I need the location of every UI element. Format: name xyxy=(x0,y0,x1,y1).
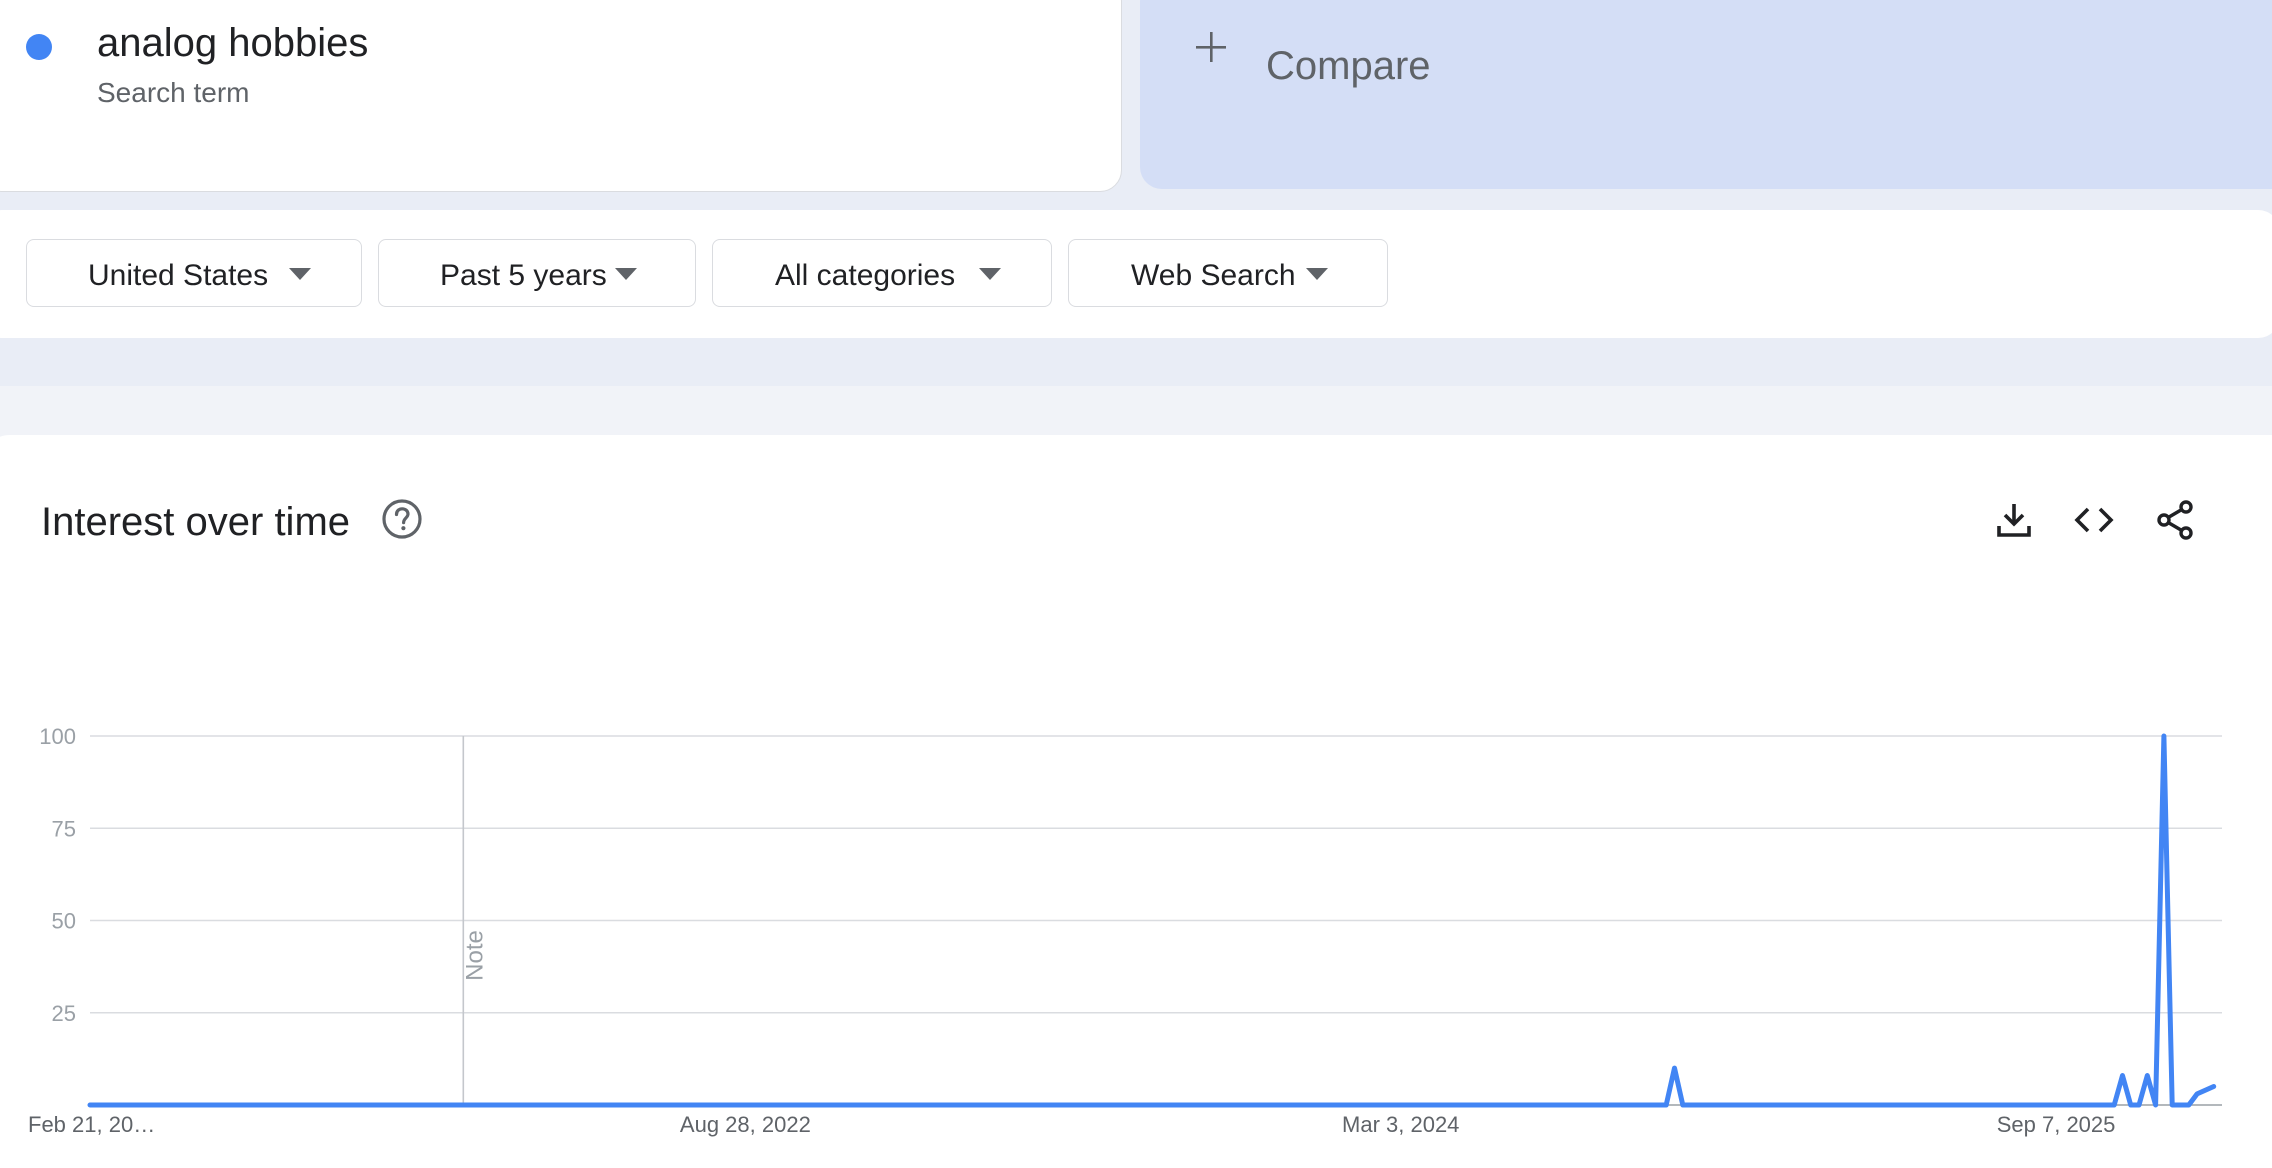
filter-region[interactable]: United States xyxy=(26,239,362,307)
interest-over-time-card: Interest over time 25 50 75 100 Note Feb 21, … xyxy=(0,435,2272,1168)
y-tick-label: 100 xyxy=(39,724,76,749)
caret-down-icon xyxy=(1306,268,1328,280)
filter-search-type-label: Web Search xyxy=(1131,259,1296,292)
search-term-name[interactable]: analog hobbies xyxy=(97,21,368,66)
search-term-card[interactable]: analog hobbies Search term xyxy=(0,0,1122,192)
series-color-dot xyxy=(26,34,52,60)
y-tick-label: 75 xyxy=(52,816,76,841)
filter-bar: United States Past 5 years All categorie… xyxy=(0,210,2272,338)
google-trends-page: analog hobbies Search term Compare Unite… xyxy=(0,0,2272,1168)
x-tick-label: Sep 7, 2025 xyxy=(1997,1112,2116,1137)
search-term-type: Search term xyxy=(97,77,250,108)
compare-label: Compare xyxy=(1266,44,1431,88)
x-tick-label: Mar 3, 2024 xyxy=(1342,1112,1459,1137)
interest-chart: 25 50 75 100 Note Feb 21, 20… Aug 28, 2022 Mar … xyxy=(28,724,2222,1137)
compare-card[interactable]: Compare xyxy=(1140,0,2272,189)
caret-down-icon xyxy=(979,268,1001,280)
plus-icon xyxy=(1196,32,1226,62)
filter-search-type[interactable]: Web Search xyxy=(1068,239,1388,307)
x-tick-label: Feb 21, 20… xyxy=(28,1112,155,1137)
filter-time-range-label: Past 5 years xyxy=(440,259,607,292)
y-tick-label: 50 xyxy=(52,909,76,934)
caret-down-icon xyxy=(615,268,637,280)
filter-region-label: United States xyxy=(88,259,269,292)
filter-category-label: All categories xyxy=(775,259,956,292)
x-tick-label: Aug 28, 2022 xyxy=(680,1112,811,1137)
filter-time-range[interactable]: Past 5 years xyxy=(378,239,696,307)
note-annotation-label: Note xyxy=(461,930,488,981)
filter-category[interactable]: All categories xyxy=(712,239,1052,307)
y-tick-label: 25 xyxy=(52,1001,76,1026)
caret-down-icon xyxy=(289,268,311,280)
